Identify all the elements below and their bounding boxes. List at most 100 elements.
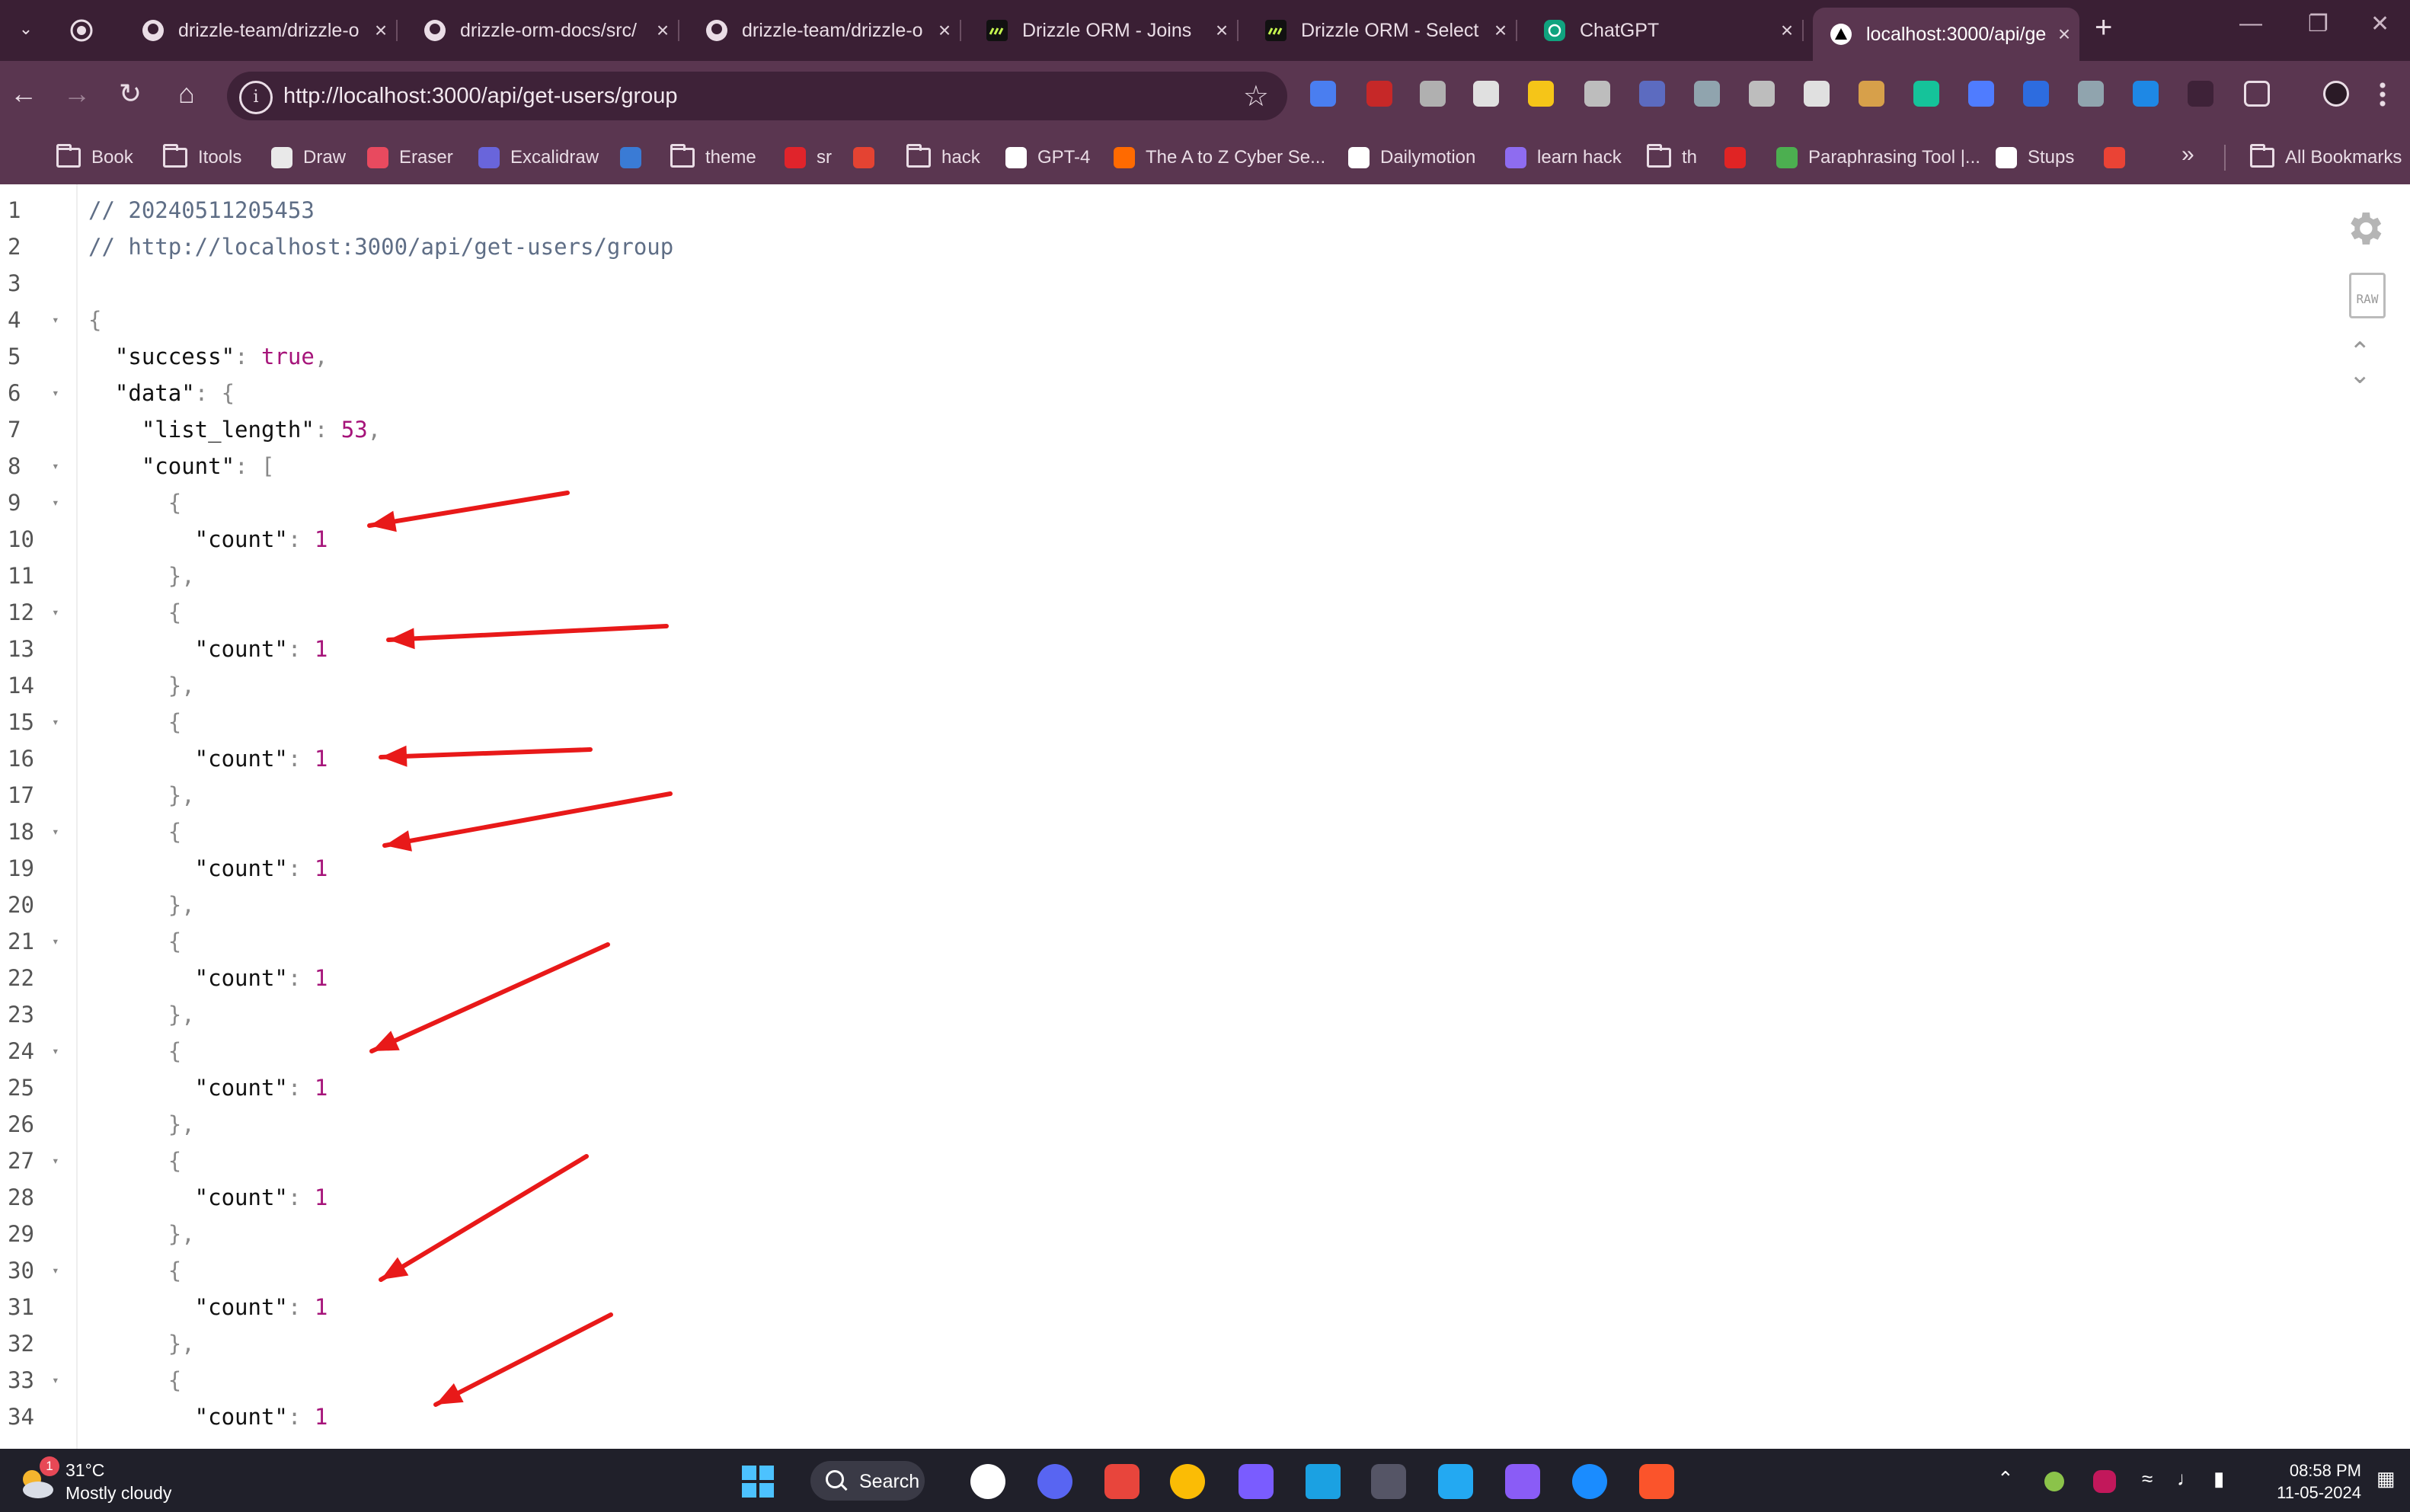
bookmark-1[interactable]: Itools xyxy=(163,144,241,171)
site-info-icon[interactable]: i xyxy=(239,81,273,114)
bookmark-14[interactable]: th xyxy=(1647,144,1697,171)
profile-avatar[interactable] xyxy=(2323,81,2349,107)
chrome-app-icon[interactable] xyxy=(1170,1464,1205,1499)
grammarly-icon[interactable] xyxy=(1913,81,1939,107)
bookmark-7[interactable]: sr xyxy=(785,145,832,171)
chatgpt-app-icon[interactable] xyxy=(970,1464,1005,1499)
bookmark-0[interactable]: Book xyxy=(56,144,133,171)
close-tab-icon[interactable]: × xyxy=(929,18,960,43)
tab-6[interactable]: ChatGPT × xyxy=(1526,8,1804,53)
battery-icon[interactable]: ▮ xyxy=(2213,1467,2224,1491)
settings-gear-icon[interactable] xyxy=(2343,207,2386,250)
github-icon xyxy=(142,19,165,42)
start-icon[interactable] xyxy=(740,1464,775,1499)
bookmark-5[interactable] xyxy=(620,145,652,171)
cookie-icon[interactable] xyxy=(1859,81,1884,107)
wifi-icon[interactable]: ≈ xyxy=(2142,1467,2153,1491)
bookmark-12[interactable]: Dailymotion xyxy=(1348,145,1475,171)
reload-icon[interactable]: ↻ xyxy=(111,78,149,110)
bookmark-label: The A to Z Cyber Se... xyxy=(1146,147,1326,168)
annotation-arrow-head xyxy=(372,1031,400,1051)
bookmark-15[interactable] xyxy=(1724,145,1756,171)
forward-icon[interactable]: → xyxy=(58,78,96,110)
snipping-tool-app-icon[interactable] xyxy=(1371,1464,1406,1499)
chatgpt-icon xyxy=(1543,19,1566,42)
new-tab-button[interactable]: + xyxy=(2095,11,2112,45)
more-bookmarks-icon[interactable]: » xyxy=(2181,142,2194,168)
close-window-icon[interactable]: ✕ xyxy=(2370,11,2389,37)
bookmark-star-icon[interactable]: ☆ xyxy=(1243,79,1269,113)
all-bookmarks-button[interactable]: All Bookmarks xyxy=(2250,144,2402,171)
system-clock[interactable]: 08:58 PM 11-05-2024 xyxy=(2255,1459,2361,1504)
close-tab-icon[interactable]: × xyxy=(2049,22,2079,46)
download-icon[interactable] xyxy=(1749,81,1775,107)
close-tab-icon[interactable]: × xyxy=(366,18,396,43)
bookmark-10[interactable]: GPT-4 xyxy=(1005,145,1090,171)
cloud-icon[interactable] xyxy=(1473,81,1499,107)
close-tab-icon[interactable]: × xyxy=(647,18,678,43)
shield-icon[interactable] xyxy=(2078,81,2104,107)
close-tab-icon[interactable]: × xyxy=(1207,18,1237,43)
tray-app2-icon[interactable] xyxy=(2093,1470,2116,1493)
vpn-app-icon[interactable] xyxy=(1306,1464,1341,1499)
privacy-badger-icon[interactable] xyxy=(1420,81,1446,107)
home-icon[interactable]: ⌂ xyxy=(168,78,206,110)
tab-1[interactable]: drizzle-team/drizzle-o × xyxy=(125,8,398,53)
bookmark-13[interactable]: learn hack xyxy=(1505,145,1622,171)
fire-icon[interactable] xyxy=(1968,81,1994,107)
bookmark-8[interactable] xyxy=(853,145,885,171)
site-favicon-icon xyxy=(2104,147,2125,168)
clipboard-icon[interactable] xyxy=(1694,81,1720,107)
close-tab-icon[interactable]: × xyxy=(1772,18,1802,43)
react-devtools-icon[interactable] xyxy=(1639,81,1665,107)
bookmark-16[interactable]: Paraphrasing Tool |... xyxy=(1776,145,1980,171)
chevron-down-icon[interactable]: ⌄ xyxy=(2349,360,2371,390)
notification-icon[interactable]: ▦ xyxy=(2376,1467,2396,1491)
tab-5[interactable]: Drizzle ORM - Select × xyxy=(1248,8,1517,53)
brave-app-icon[interactable] xyxy=(1639,1464,1674,1499)
copilot-app-icon[interactable] xyxy=(1239,1464,1274,1499)
tray-app-icon[interactable] xyxy=(2044,1472,2064,1491)
stats-icon[interactable] xyxy=(1528,81,1554,107)
bookmark-11[interactable]: The A to Z Cyber Se... xyxy=(1114,145,1325,171)
tab-3[interactable]: drizzle-team/drizzle-o × xyxy=(689,8,961,53)
address-url[interactable]: http://localhost:3000/api/get-users/grou… xyxy=(283,84,678,109)
close-tab-icon[interactable]: × xyxy=(1485,18,1516,43)
office-app-icon[interactable] xyxy=(1104,1464,1139,1499)
onepassword-app-icon[interactable] xyxy=(1572,1464,1607,1499)
obsidian-app-icon[interactable] xyxy=(1505,1464,1540,1499)
bookmark-6[interactable]: theme xyxy=(670,144,756,171)
tray-overflow-icon[interactable]: ⌃ xyxy=(1997,1467,2014,1491)
volume-icon[interactable]: ♩ xyxy=(2177,1467,2197,1491)
bookmark-3[interactable]: Eraser xyxy=(367,145,453,171)
screenshot-icon[interactable] xyxy=(1584,81,1610,107)
ublock-icon[interactable] xyxy=(1366,81,1392,107)
vscode-app-icon[interactable] xyxy=(1438,1464,1473,1499)
discord-app-icon[interactable] xyxy=(1037,1464,1072,1499)
tab-4[interactable]: Drizzle ORM - Joins × xyxy=(969,8,1239,53)
json-formatter-icon[interactable] xyxy=(2188,81,2213,107)
color-picker-icon[interactable] xyxy=(1804,81,1830,107)
tab-2[interactable]: drizzle-orm-docs/src/ × xyxy=(407,8,679,53)
play-icon[interactable] xyxy=(2133,81,2159,107)
raw-view-button[interactable]: RAW xyxy=(2349,273,2386,318)
taskbar-search[interactable]: Search xyxy=(810,1461,925,1501)
onepassword-icon[interactable] xyxy=(2023,81,2049,107)
tab-search-dropdown-icon[interactable]: ⌄ xyxy=(11,14,41,44)
bookmark-2[interactable]: Draw xyxy=(271,145,346,171)
restore-icon[interactable]: ❐ xyxy=(2308,11,2328,37)
translate-icon[interactable] xyxy=(1310,81,1336,107)
minimize-icon[interactable]: — xyxy=(2239,11,2262,37)
tab-0[interactable] xyxy=(53,8,108,53)
site-favicon-icon xyxy=(1996,147,2017,168)
site-favicon-icon xyxy=(785,147,806,168)
extensions-puzzle-icon[interactable] xyxy=(2244,81,2270,107)
tab-7[interactable]: localhost:3000/api/ge × xyxy=(1813,8,2079,61)
address-bar[interactable]: i http://localhost:3000/api/get-users/gr… xyxy=(227,72,1287,120)
bookmark-18[interactable] xyxy=(2104,145,2136,171)
bookmark-4[interactable]: Excalidraw xyxy=(478,145,599,171)
menu-dots-icon[interactable] xyxy=(2380,81,2386,107)
back-icon[interactable]: ← xyxy=(5,78,43,110)
bookmark-17[interactable]: Stups xyxy=(1996,145,2074,171)
bookmark-9[interactable]: hack xyxy=(906,144,980,171)
